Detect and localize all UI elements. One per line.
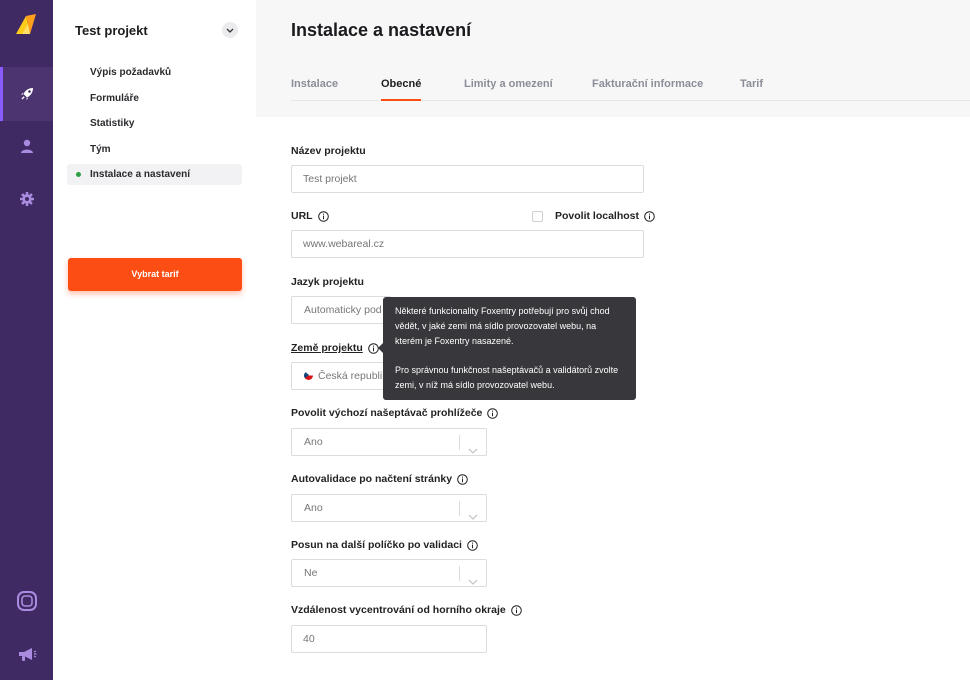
sidebar-item-label: Instalace a nastavení <box>90 169 191 181</box>
sidebar-item-label: Statistiky <box>90 118 135 130</box>
select-value: Automaticky pod <box>304 304 382 316</box>
megaphone-icon <box>17 646 37 664</box>
country-select[interactable]: Česká republik <box>291 362 391 390</box>
url-label: URL <box>291 210 329 222</box>
tab-installation[interactable]: Instalace <box>291 78 338 90</box>
label-text: URL <box>291 210 313 222</box>
country-info-tooltip: Některé funkcionality Foxentry potřebují… <box>378 297 636 400</box>
rocket-icon <box>19 86 35 102</box>
url-input[interactable] <box>291 230 644 258</box>
tooltip-arrow <box>378 343 383 353</box>
active-indicator-dot <box>76 172 81 178</box>
rail-item-account[interactable] <box>0 119 53 173</box>
select-value: Ano <box>304 436 323 448</box>
page-title: Instalace a nastavení <box>291 20 472 40</box>
info-icon[interactable] <box>457 473 468 485</box>
select-value: Ano <box>304 502 323 514</box>
sidebar-item-forms[interactable]: Formuláře <box>67 88 242 109</box>
user-icon <box>19 138 35 154</box>
czech-flag-icon <box>304 371 313 380</box>
chevron-down-icon <box>468 504 478 530</box>
select-divider <box>459 501 460 516</box>
tab-bar: Instalace Obecné Limity a omezení Faktur… <box>291 74 970 101</box>
select-divider <box>459 566 460 581</box>
info-icon[interactable] <box>644 210 655 222</box>
tooltip-paragraph: Některé funkcionality Foxentry potřebují… <box>395 306 610 346</box>
sidebar-item-team[interactable]: Tým <box>67 139 242 160</box>
lifebuoy-icon <box>16 590 38 612</box>
label-text: Vzdálenost vycentrování od horního okraj… <box>291 604 506 616</box>
next-field-select[interactable]: Ne <box>291 559 487 587</box>
project-switcher[interactable]: Test projekt <box>75 21 238 39</box>
country-label: Země projektu <box>291 342 379 354</box>
sidebar-item-installation[interactable]: Instalace a nastavení <box>67 164 242 186</box>
info-icon[interactable] <box>510 604 522 616</box>
allow-localhost-label: Povolit localhost <box>555 210 655 222</box>
project-sidebar: Test projekt Výpis požadavků Formuláře S… <box>53 0 256 680</box>
rail-item-projects[interactable] <box>0 67 53 121</box>
centering-offset-input[interactable]: 40 <box>291 625 487 653</box>
rail-item-settings[interactable] <box>0 172 53 226</box>
chevron-down-icon <box>468 569 478 595</box>
chevron-down-icon <box>468 438 478 464</box>
label-text: Jazyk projektu <box>291 276 364 288</box>
select-value: Ne <box>304 567 318 579</box>
language-label: Jazyk projektu <box>291 276 364 288</box>
tab-plan[interactable]: Tarif <box>740 78 763 90</box>
label-text: Povolit localhost <box>555 210 640 222</box>
sidebar-item-statistics[interactable]: Statistiky <box>67 113 242 134</box>
label-text: Povolit výchozí našeptávač prohlížeče <box>291 407 483 419</box>
next-field-label: Posun na další políčko po validaci <box>291 539 478 551</box>
rail-item-support[interactable] <box>0 574 53 628</box>
foxentry-logo[interactable] <box>14 12 38 36</box>
select-divider <box>459 435 460 450</box>
language-select[interactable]: Automaticky pod <box>291 296 391 324</box>
rail-item-news[interactable] <box>0 628 53 680</box>
icon-rail <box>0 0 53 680</box>
browser-whisperer-label: Povolit výchozí našeptávač prohlížeče <box>291 407 499 419</box>
label-text: Autovalidace po načtení stránky <box>291 473 453 485</box>
select-value: Česká republik <box>318 370 388 382</box>
info-icon[interactable] <box>467 539 478 551</box>
sidebar-item-label: Výpis požadavků <box>90 67 172 78</box>
choose-plan-button[interactable]: Vybrat tarif <box>68 258 242 291</box>
tab-limits[interactable]: Limity a omezení <box>464 78 553 90</box>
label-text: Země projektu <box>291 342 363 354</box>
chevron-down-icon[interactable] <box>222 22 238 38</box>
browser-whisperer-select[interactable]: Ano <box>291 428 487 456</box>
label-text: Posun na další políčko po validaci <box>291 539 462 551</box>
sidebar-item-requests[interactable]: Výpis požadavků <box>67 62 242 83</box>
centering-offset-label: Vzdálenost vycentrování od horního okraj… <box>291 604 522 616</box>
tab-billing[interactable]: Fakturační informace <box>592 78 703 90</box>
autovalidate-label: Autovalidace po načtení stránky <box>291 473 468 485</box>
autovalidate-select[interactable]: Ano <box>291 494 487 522</box>
gear-icon <box>19 191 35 207</box>
sidebar-item-label: Tým <box>90 143 111 155</box>
project-name-label: Název projektu <box>291 145 366 157</box>
info-icon[interactable] <box>487 407 499 419</box>
side-menu: Výpis požadavků Formuláře Statistiky Tým… <box>67 62 242 190</box>
label-text: Název projektu <box>291 145 366 157</box>
sidebar-item-label: Formuláře <box>90 92 139 104</box>
project-name-input[interactable] <box>291 165 644 193</box>
project-name: Test projekt <box>75 22 148 38</box>
tooltip-paragraph: Pro správnou funkčnost našeptávačů a val… <box>395 365 619 390</box>
allow-localhost-checkbox[interactable] <box>532 211 543 222</box>
info-icon[interactable] <box>317 210 329 222</box>
tab-general[interactable]: Obecné <box>381 78 422 101</box>
